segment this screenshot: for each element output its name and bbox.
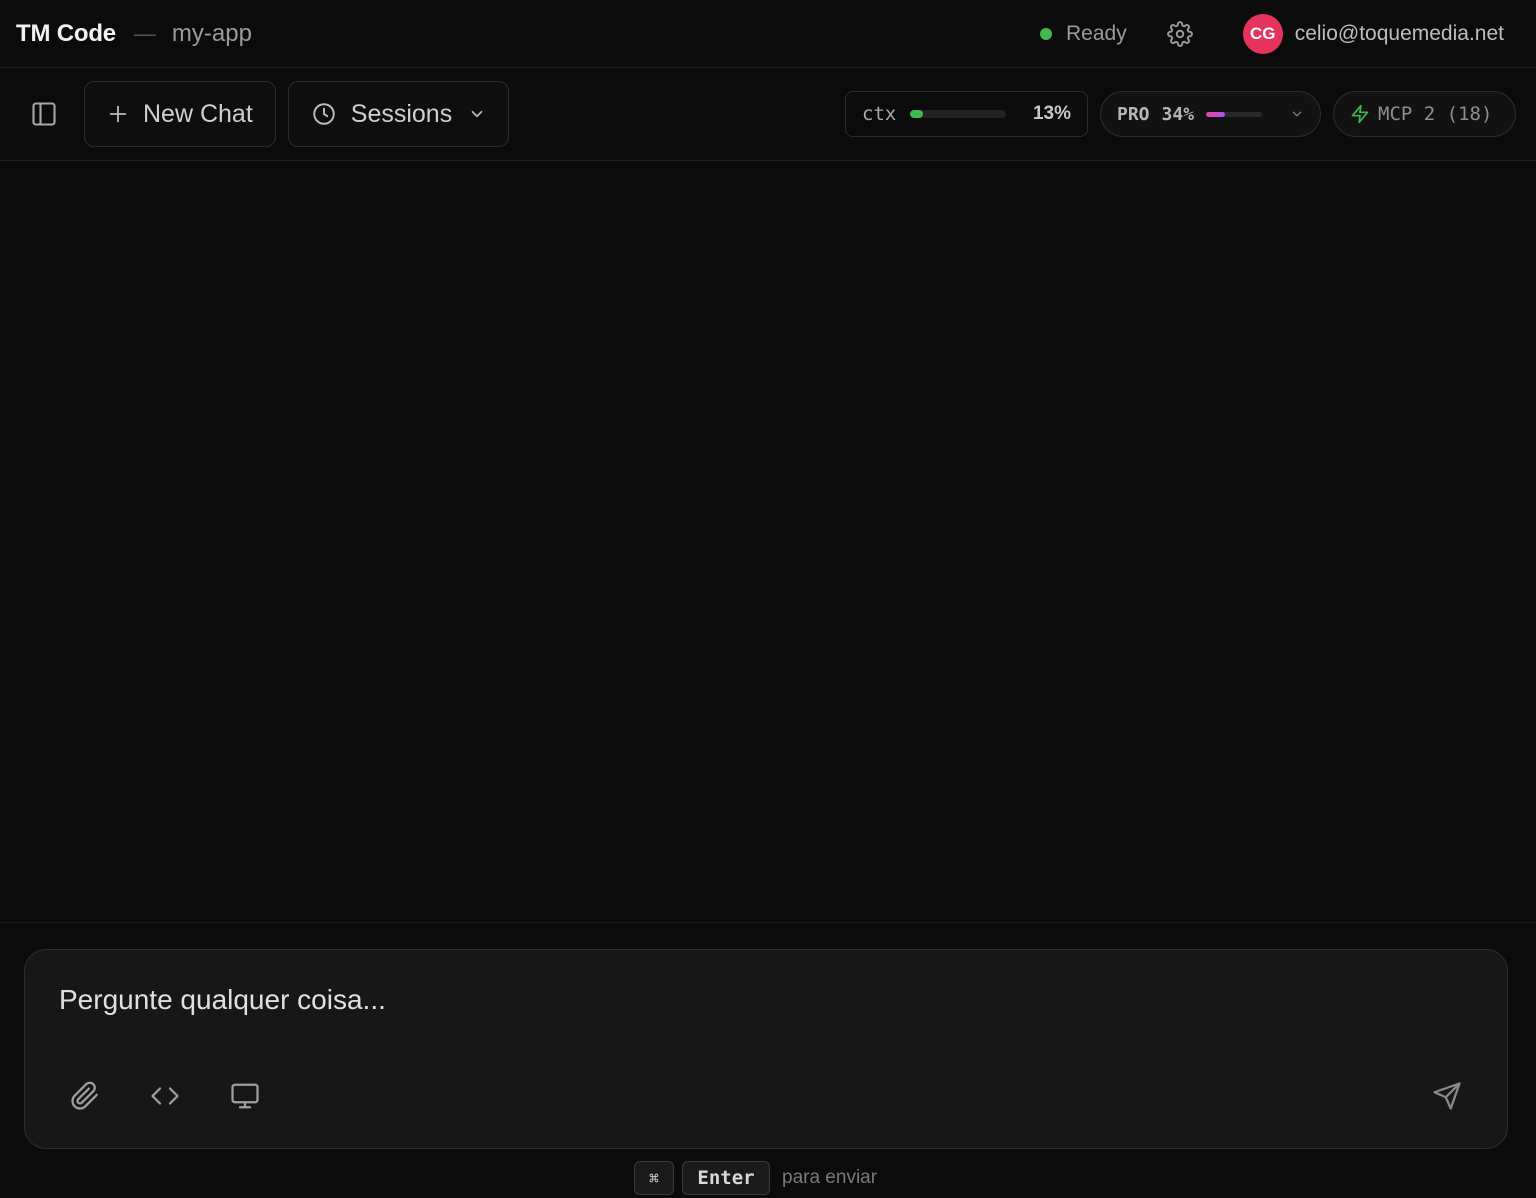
mcp-label: MCP 2 (18) (1378, 103, 1493, 125)
sidebar-icon[interactable] (28, 98, 60, 130)
ctx-percent: 13% (1032, 103, 1071, 124)
ctx-label: ctx (862, 103, 897, 125)
pro-label: PRO (1117, 103, 1150, 125)
user-email[interactable]: celio@toquemedia.net (1295, 22, 1504, 46)
status-text: Ready (1066, 21, 1127, 45)
enter-key: Enter (682, 1161, 770, 1195)
code-icon[interactable] (149, 1080, 181, 1112)
context-usage: ctx 13% (845, 91, 1088, 137)
project-name[interactable]: my-app (172, 20, 252, 48)
send-shortcut-hint: ⌘ Enter para enviar (0, 1161, 1536, 1195)
send-icon[interactable] (1431, 1080, 1463, 1112)
title-separator: — (133, 20, 156, 46)
app-title: TM Code (16, 19, 116, 47)
sessions-label: Sessions (350, 99, 453, 128)
new-chat-button[interactable]: New Chat (84, 81, 276, 147)
toolbar-right-group: ctx 13% PRO 34% MCP 2 (18) (845, 91, 1516, 137)
sessions-dropdown[interactable]: Sessions (287, 81, 510, 147)
composer-section (0, 922, 1536, 1198)
composer-box (24, 949, 1508, 1149)
ctx-progress-bar (910, 110, 1007, 118)
clock-icon (313, 103, 335, 125)
status-indicator: Ready (1040, 22, 1127, 46)
avatar[interactable]: CG (1242, 13, 1283, 54)
chevron-down-icon (471, 110, 483, 118)
pro-percent: 34% (1161, 103, 1195, 125)
chevron-down-icon (1292, 111, 1302, 117)
pro-usage-dropdown[interactable]: PRO 34% (1100, 91, 1321, 137)
ctx-progress-fill (910, 110, 923, 118)
status-dot-icon (1040, 27, 1052, 40)
mcp-status-button[interactable]: MCP 2 (18) (1333, 91, 1516, 137)
chat-messages-area (0, 162, 1536, 922)
new-chat-label: New Chat (143, 99, 253, 128)
plus-icon (109, 105, 127, 123)
lightning-icon (1351, 104, 1369, 124)
title-right-group: Ready CG celio@toquemedia.net (1040, 13, 1520, 54)
message-input[interactable] (59, 978, 1359, 1022)
pro-progress-bar (1206, 111, 1263, 117)
hint-text: para enviar (782, 1167, 878, 1188)
toolbar: New Chat Sessions ctx 13% PRO 34% MCP 2 … (0, 68, 1536, 161)
paperclip-icon[interactable] (69, 1080, 101, 1112)
pro-progress-fill (1206, 111, 1226, 117)
cmd-key: ⌘ (634, 1161, 674, 1195)
title-bar: TM Code — my-app Ready CG celio@toquemed… (0, 0, 1536, 68)
monitor-icon[interactable] (229, 1080, 261, 1112)
gear-icon[interactable] (1166, 20, 1193, 47)
